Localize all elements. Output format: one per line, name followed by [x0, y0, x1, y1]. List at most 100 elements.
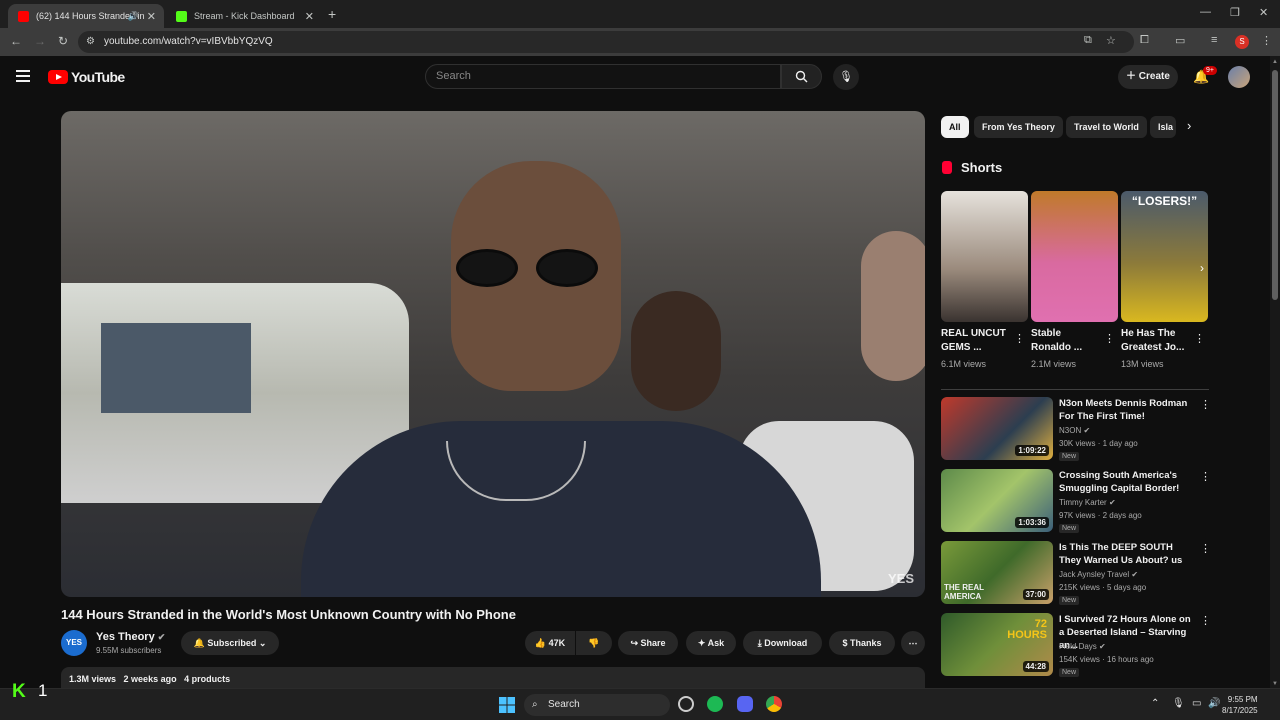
scrollbar-thumb[interactable]: [1272, 70, 1278, 300]
thanks-button[interactable]: $ Thanks: [829, 631, 895, 655]
menu-icon[interactable]: [16, 70, 30, 85]
more-vertical-icon[interactable]: ⋮: [1200, 470, 1211, 483]
microphone-icon[interactable]: 🎙: [1172, 698, 1185, 709]
video-title-link[interactable]: Is This The DEEP SOUTH They Warned Us Ab…: [1059, 541, 1194, 567]
chip-island[interactable]: Isla: [1150, 116, 1176, 138]
channel-name-link[interactable]: Field Days ✔: [1059, 642, 1106, 651]
channel-name[interactable]: Yes Theory ✔: [96, 631, 165, 643]
channel-avatar[interactable]: YES: [61, 630, 87, 656]
short-title[interactable]: He Has The Greatest Jo...: [1121, 327, 1191, 355]
speaker-icon[interactable]: 🔊: [128, 11, 139, 22]
short-thumbnail[interactable]: [1031, 191, 1118, 322]
volume-icon[interactable]: 🔊: [1208, 698, 1220, 709]
short-title[interactable]: REAL UNCUT GEMS ...: [941, 327, 1011, 355]
youtube-favicon-icon: [18, 10, 29, 22]
chrome-menu-icon[interactable]: ⋮: [1261, 34, 1272, 47]
network-icon[interactable]: ▭: [1192, 698, 1201, 709]
more-vertical-icon[interactable]: ⋮: [1200, 398, 1211, 411]
subscribed-button[interactable]: 🔔 Subscribed ⌄: [181, 631, 279, 655]
dislike-button[interactable]: 👎: [576, 631, 612, 655]
search-button[interactable]: [781, 64, 822, 89]
video-title-link[interactable]: Crossing South America's Smuggling Capit…: [1059, 469, 1194, 495]
chip-travel-to-world[interactable]: Travel to World: [1066, 116, 1147, 138]
video-thumbnail[interactable]: 1:03:36: [941, 469, 1053, 532]
tab-kick[interactable]: Stream - Kick Dashboard ✕: [166, 4, 322, 28]
products-count: 4 products: [184, 674, 231, 684]
scroll-down-icon[interactable]: ▼: [1272, 681, 1278, 687]
spotify-icon[interactable]: [707, 696, 723, 712]
taskbar-search[interactable]: ⌕ Search: [524, 694, 670, 716]
video-stats: 97K views · 2 days ago: [1059, 511, 1142, 520]
more-vertical-icon[interactable]: ⋮: [1200, 542, 1211, 555]
short-title[interactable]: Stable Ronaldo ...: [1031, 327, 1101, 355]
minimize-icon[interactable]: —: [1200, 6, 1211, 18]
close-tab-icon[interactable]: ✕: [305, 10, 314, 23]
close-window-icon[interactable]: ✕: [1259, 6, 1268, 19]
video-thumbnail[interactable]: THE REAL AMERICA 37:00: [941, 541, 1053, 604]
search-input[interactable]: Search: [425, 64, 781, 89]
kick-favicon-icon: [176, 10, 187, 22]
video-player[interactable]: YES: [61, 111, 925, 597]
obs-icon[interactable]: [678, 696, 694, 712]
tab-youtube[interactable]: (62) 144 Hours Stranded in 🔊 ✕: [8, 4, 164, 28]
back-icon[interactable]: ←: [10, 34, 22, 48]
plus-icon: ＋: [1126, 71, 1139, 82]
video-stats: 30K views · 1 day ago: [1059, 439, 1138, 448]
split-view-icon[interactable]: ▭: [1175, 34, 1185, 47]
voice-search-button[interactable]: 🎙: [833, 64, 859, 90]
share-button[interactable]: ↪ Share: [618, 631, 678, 655]
tray-overflow-icon[interactable]: ⌃: [1151, 698, 1159, 709]
media-control-icon[interactable]: ≡: [1211, 34, 1217, 46]
verified-icon: ✔: [157, 632, 166, 642]
forward-icon[interactable]: →: [34, 34, 46, 48]
verified-icon: ✔: [1108, 498, 1116, 507]
tab-title: Stream - Kick Dashboard: [194, 11, 295, 21]
close-tab-icon[interactable]: ✕: [147, 10, 156, 23]
more-vertical-icon[interactable]: ⋮: [1200, 614, 1211, 627]
ask-button[interactable]: ✦ Ask: [686, 631, 736, 655]
chip-from-yes-theory[interactable]: From Yes Theory: [974, 116, 1063, 138]
reload-icon[interactable]: ↻: [58, 34, 68, 48]
more-actions-button[interactable]: ⋯: [901, 631, 925, 655]
chrome-icon[interactable]: [766, 696, 782, 712]
like-button[interactable]: 👍 47K: [525, 631, 575, 655]
address-bar[interactable]: ⚙ youtube.com/watch?v=vIBVbbYQzVQ: [78, 31, 1134, 53]
system-clock[interactable]: 9:55 PM 8/17/2025: [1222, 694, 1258, 716]
extensions-icon[interactable]: ⧠: [1140, 34, 1149, 47]
profile-avatar[interactable]: S: [1235, 35, 1249, 49]
channel-name-link[interactable]: Timmy Karter ✔: [1059, 498, 1116, 507]
more-vertical-icon[interactable]: ⋮: [1014, 332, 1025, 345]
youtube-logo[interactable]: YouTube: [48, 69, 125, 85]
create-label: Create: [1138, 71, 1170, 82]
restore-icon[interactable]: ❐: [1230, 6, 1240, 19]
channel-name-link[interactable]: N3ON ✔: [1059, 426, 1090, 435]
discord-icon[interactable]: [737, 696, 753, 712]
video-thumbnail[interactable]: 72 HOURS 44:28: [941, 613, 1053, 676]
channel-name-link[interactable]: Jack Aynsley Travel ✔: [1059, 570, 1138, 579]
verified-icon: ✔: [1099, 642, 1106, 651]
description-box[interactable]: 1.3M views 2 weeks ago 4 products: [61, 667, 925, 688]
more-vertical-icon[interactable]: ⋮: [1194, 332, 1205, 345]
video-thumbnail[interactable]: 1:09:22: [941, 397, 1053, 460]
scroll-up-icon[interactable]: ▲: [1272, 59, 1278, 65]
short-thumbnail[interactable]: “LOSERS!” ›: [1121, 191, 1208, 322]
create-button[interactable]: ＋ Create: [1118, 65, 1178, 89]
site-info-icon[interactable]: ⚙: [86, 31, 95, 53]
new-tab-icon[interactable]: +: [328, 6, 336, 22]
short-thumbnail[interactable]: [941, 191, 1028, 322]
more-vertical-icon[interactable]: ⋮: [1104, 332, 1115, 345]
windows-start-icon[interactable]: [499, 697, 515, 713]
next-shorts-icon[interactable]: ›: [1200, 261, 1204, 275]
download-button[interactable]: ⤓ Download: [743, 631, 822, 655]
chip-all[interactable]: All: [941, 116, 969, 138]
account-avatar[interactable]: [1228, 66, 1250, 88]
video-title: 144 Hours Stranded in the World's Most U…: [61, 607, 516, 622]
kick-count: 1: [38, 681, 48, 700]
install-app-icon[interactable]: ⧉: [1084, 34, 1092, 47]
channel-watermark[interactable]: YES: [888, 571, 914, 586]
video-title-link[interactable]: N3on Meets Dennis Rodman For The First T…: [1059, 397, 1194, 423]
bookmark-star-icon[interactable]: ☆: [1106, 34, 1116, 47]
page-scrollbar[interactable]: ▲ ▼: [1270, 56, 1280, 688]
verified-icon: ✔: [1083, 426, 1091, 435]
chevron-right-icon[interactable]: ›: [1187, 118, 1191, 133]
